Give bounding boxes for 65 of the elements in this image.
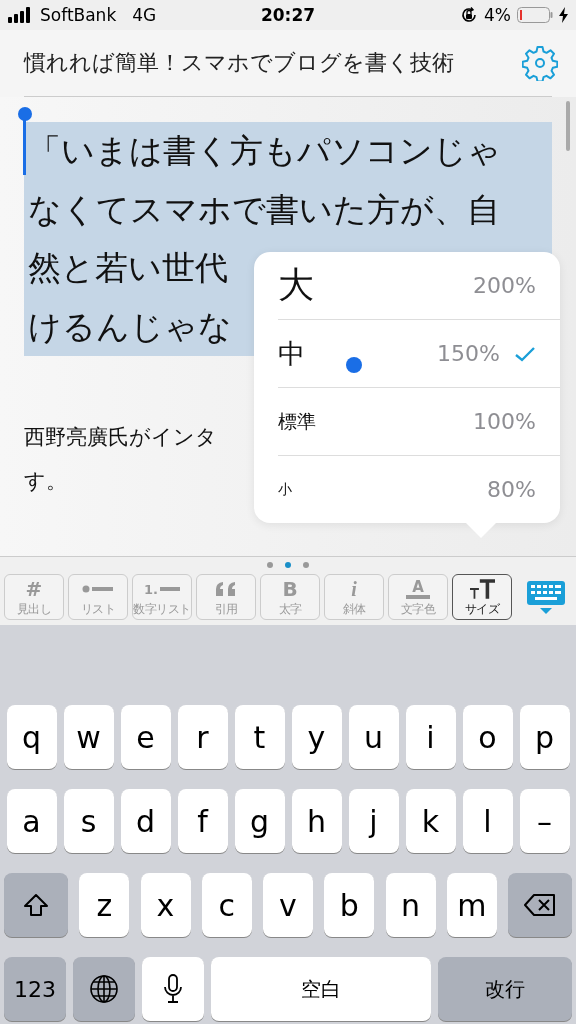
size-option[interactable]: 大 200% — [278, 252, 560, 320]
shift-icon — [23, 893, 49, 917]
size-button[interactable]: サイズ — [452, 574, 512, 620]
space-key[interactable]: 空白 — [211, 957, 431, 1021]
key[interactable]: t — [234, 705, 285, 769]
key[interactable]: m — [446, 873, 497, 937]
carrier-name: SoftBank — [40, 5, 117, 25]
post-title: 慣れれば簡単！スマホでブログを書く技術 — [24, 49, 454, 77]
key[interactable]: k — [405, 789, 456, 853]
key[interactable]: v — [263, 873, 313, 937]
key[interactable]: f — [177, 789, 228, 853]
key[interactable]: q — [6, 705, 57, 769]
key[interactable]: c — [201, 873, 252, 937]
key[interactable]: h — [291, 789, 342, 853]
battery-percent: 4% — [484, 5, 511, 25]
backspace-icon — [524, 894, 556, 916]
page-dot[interactable] — [267, 562, 273, 568]
return-key[interactable]: 改行 — [438, 957, 572, 1021]
key[interactable]: e — [120, 705, 171, 769]
key[interactable]: o — [462, 705, 513, 769]
mode-key[interactable]: 123 — [4, 957, 66, 1021]
selection-handle[interactable] — [18, 107, 32, 175]
text-line: なくてスマホで書いた方が、自 — [28, 189, 500, 229]
text-line: 「いまは書く方もパソコンじゃ — [28, 131, 501, 170]
globe-icon — [89, 974, 119, 1004]
text-line: す。 — [24, 468, 68, 495]
text-line: けるんじゃな — [28, 306, 232, 346]
charging-icon — [559, 7, 568, 23]
size-option[interactable]: 標準 100% — [278, 388, 560, 456]
key[interactable]: y — [291, 705, 342, 769]
key[interactable]: j — [348, 789, 399, 853]
key[interactable]: r — [177, 705, 228, 769]
key[interactable]: z — [79, 873, 130, 937]
key[interactable]: s — [63, 789, 114, 853]
text-size-icon — [469, 579, 495, 599]
key[interactable]: d — [120, 789, 171, 853]
quote-icon — [215, 582, 237, 596]
shift-key[interactable] — [4, 873, 68, 937]
page-dot[interactable] — [303, 562, 309, 568]
keyboard-icon[interactable] — [526, 580, 566, 614]
key[interactable]: p — [519, 705, 570, 769]
size-option[interactable]: 小 80% — [278, 456, 560, 523]
rotation-lock-icon — [460, 6, 478, 24]
key[interactable]: x — [140, 873, 191, 937]
network-type: 4G — [132, 5, 157, 25]
battery-icon — [517, 7, 553, 23]
key[interactable]: – — [519, 789, 570, 853]
clock: 20:27 — [260, 5, 316, 25]
microphone-icon — [163, 974, 183, 1004]
key[interactable]: w — [63, 705, 114, 769]
text-line: 西野亮廣氏がインタ — [24, 424, 217, 451]
key[interactable]: b — [324, 873, 375, 937]
key[interactable]: a — [6, 789, 57, 853]
page-dot[interactable] — [285, 562, 291, 568]
settings-icon[interactable] — [522, 45, 558, 81]
key[interactable]: u — [348, 705, 399, 769]
key[interactable]: g — [234, 789, 285, 853]
key[interactable]: n — [385, 873, 436, 937]
mic-key[interactable] — [142, 957, 204, 1021]
globe-key[interactable] — [73, 957, 135, 1021]
key[interactable]: i — [405, 705, 456, 769]
bullet-list-icon — [82, 584, 114, 594]
key[interactable]: l — [462, 789, 513, 853]
text-line: 然と若い世代 — [28, 248, 228, 287]
delete-key[interactable] — [508, 873, 572, 937]
